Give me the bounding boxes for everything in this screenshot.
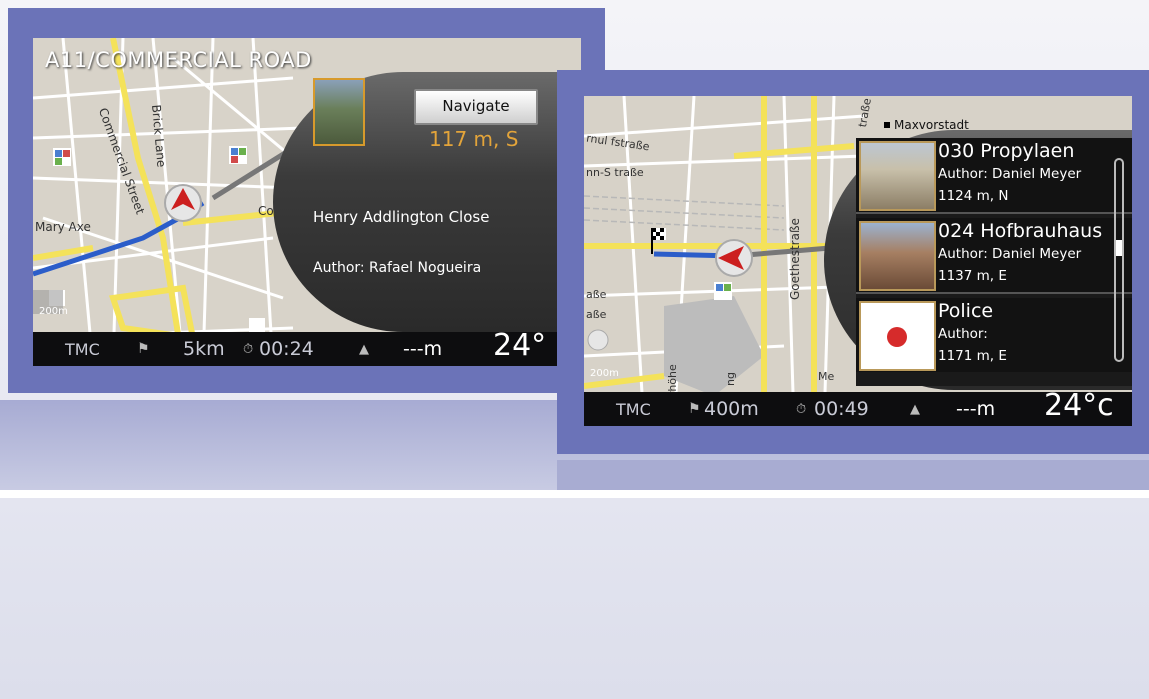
destination-flag-icon: ⚑ bbox=[688, 401, 701, 417]
background-band-divider bbox=[0, 490, 1149, 498]
police-car-icon bbox=[887, 327, 907, 347]
map-label-me: Me bbox=[818, 370, 835, 383]
map-label-goethestrasse: Goethestraße bbox=[788, 218, 802, 300]
temperature: 24°c bbox=[1044, 388, 1114, 423]
poi-name: Henry Addlington Close bbox=[313, 208, 490, 226]
poi-photo-hofbrauhaus bbox=[859, 221, 936, 291]
map-label-strasse-4: aße bbox=[586, 308, 607, 321]
right-display: rnul fstraße nn-S traße aße aße Goethest… bbox=[584, 96, 1132, 426]
map-scale: 200m bbox=[39, 306, 68, 317]
left-display: Commercial Street Brick Lane Mary Axe Co… bbox=[33, 38, 581, 366]
clock-icon: ⏱ bbox=[243, 341, 254, 357]
altitude-icon: ▲ bbox=[359, 341, 369, 357]
map-label-mary-axe: Mary Axe bbox=[35, 220, 91, 234]
left-status-bar: TMC ⚑ 5km ⏱ 00:24 ▲ ---m 24° bbox=[33, 328, 581, 366]
remaining-time: 00:24 bbox=[259, 338, 314, 360]
poi-author: Author: Rafael Nogueira bbox=[313, 260, 482, 276]
poi-author: Author: Daniel Meyer bbox=[938, 246, 1082, 262]
poi-distance: 117 m, S bbox=[429, 127, 519, 151]
map-label-strasse-3: aße bbox=[586, 288, 607, 301]
temperature: 24° bbox=[493, 328, 547, 363]
poi-author: Author: Daniel Meyer bbox=[938, 166, 1082, 182]
navigate-button[interactable]: Navigate bbox=[414, 89, 538, 125]
clock-icon: ⏱ bbox=[796, 401, 807, 417]
altitude-value: ---m bbox=[956, 398, 996, 420]
poi-list-item[interactable]: Police Author: 1171 m, E bbox=[856, 298, 1132, 372]
poi-distance: 1171 m, E bbox=[938, 348, 1007, 364]
poi-photo-police bbox=[859, 301, 936, 371]
remaining-distance: 400m bbox=[704, 398, 759, 420]
right-status-bar: TMC ⚑ 400m ⏱ 00:49 ▲ ---m 24°c bbox=[584, 388, 1132, 426]
altitude-icon: ▲ bbox=[910, 401, 920, 417]
poi-list-item[interactable]: 024 Hofbrauhaus Author: Daniel Meyer 113… bbox=[856, 218, 1132, 294]
map-label-strasse-2: nn-S traße bbox=[586, 166, 644, 179]
poi-title: 024 Hofbrauhaus bbox=[938, 220, 1103, 242]
map-scale: 200m bbox=[590, 368, 619, 379]
poi-photo-thumbnail bbox=[313, 78, 365, 146]
scrollbar-thumb[interactable] bbox=[1116, 240, 1122, 256]
tmc-label[interactable]: TMC bbox=[65, 340, 100, 359]
street-title: A11/COMMERCIAL ROAD bbox=[45, 48, 312, 72]
poi-title: Police bbox=[938, 300, 994, 322]
poi-distance: 1137 m, E bbox=[938, 268, 1007, 284]
remaining-time: 00:49 bbox=[814, 398, 869, 420]
poi-title: 030 Propylaen bbox=[938, 140, 1075, 162]
remaining-distance: 5km bbox=[183, 338, 225, 360]
altitude-value: ---m bbox=[403, 338, 443, 360]
map-label-ng: ng bbox=[724, 372, 737, 386]
poi-list-item[interactable]: 030 Propylaen Author: Daniel Meyer 1124 … bbox=[856, 138, 1132, 214]
poi-author: Author: bbox=[938, 326, 988, 342]
poi-list-scrollbar[interactable] bbox=[1114, 158, 1124, 362]
destination-flag-icon: ⚑ bbox=[137, 341, 150, 357]
tmc-label[interactable]: TMC bbox=[616, 400, 651, 419]
poi-distance: 1124 m, N bbox=[938, 188, 1009, 204]
poi-list: 030 Propylaen Author: Daniel Meyer 1124 … bbox=[856, 138, 1132, 386]
background-band-right bbox=[557, 460, 1149, 490]
poi-photo-propylaen bbox=[859, 141, 936, 211]
map-label-co: Co bbox=[258, 204, 274, 218]
